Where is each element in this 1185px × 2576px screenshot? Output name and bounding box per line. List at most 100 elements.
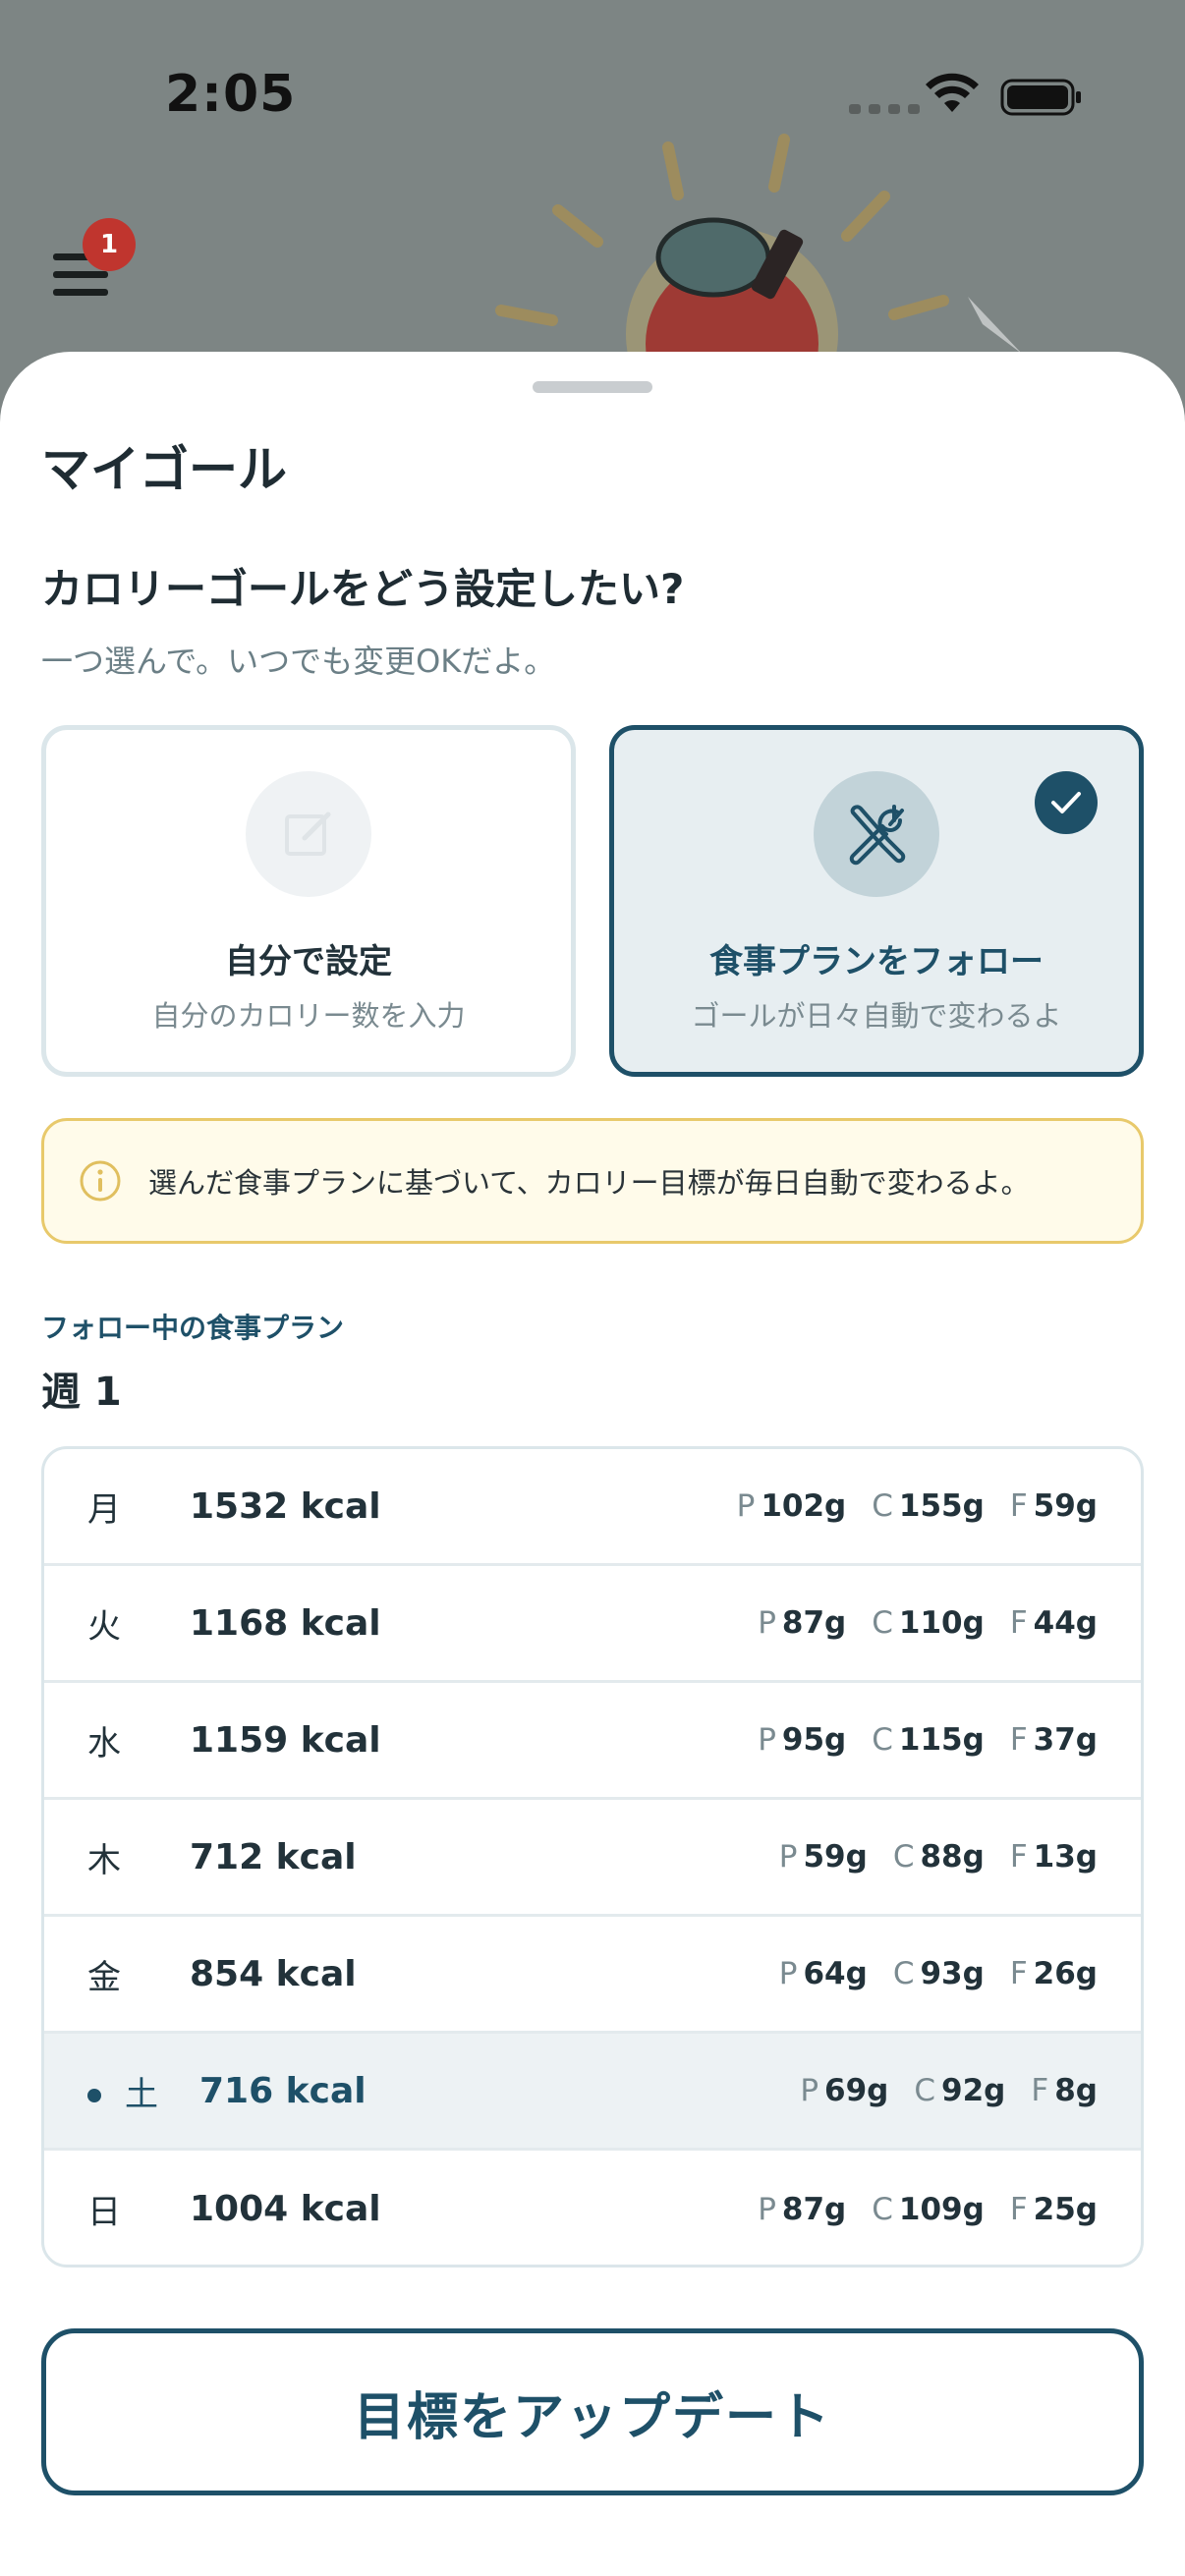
battery-icon [1000, 79, 1081, 116]
table-row: 金 854 kcal P 64g C 93g F 26g [44, 1917, 1141, 2034]
protein-key: P [800, 2073, 819, 2108]
kcal-value: 716 kcal [199, 2070, 367, 2111]
fat-value: 59g [1033, 1488, 1098, 1524]
day-label: 土 [87, 2067, 190, 2115]
protein-key: P [758, 1605, 776, 1641]
table-row: 日 1004 kcal P 87g C 109g F 25g [44, 2151, 1141, 2265]
carbs-key: C [872, 1605, 893, 1641]
carbs-value: 88g [920, 1839, 985, 1875]
macros: P 95g C 115g F 37g [758, 1722, 1098, 1758]
fat-key: F [1031, 2073, 1049, 2108]
carbs-value: 155g [898, 1488, 985, 1524]
kcal-value: 1532 kcal [190, 1485, 381, 1527]
fat-key: F [1009, 1839, 1028, 1875]
day-label: 日 [87, 2193, 121, 2232]
protein-key: P [778, 1956, 798, 1991]
fat-key: F [1009, 2191, 1028, 2227]
protein-value: 64g [803, 1956, 868, 1991]
protein-value: 102g [761, 1488, 847, 1524]
today-dot-icon [87, 2089, 101, 2102]
macros: P 87g C 109g F 25g [758, 2192, 1098, 2227]
update-goal-button[interactable]: 目標をアップデート [41, 2328, 1144, 2495]
fat-value: 8g [1054, 2073, 1098, 2108]
goal-bottom-sheet: マイゴール カロリーゴールをどう設定したい? 一つ選んで。いつでも変更OKだよ。… [0, 352, 1185, 2576]
update-goal-label: 目標をアップデート [353, 2387, 831, 2447]
option-manual-card[interactable]: 自分で設定 自分のカロリー数を入力 [41, 725, 576, 1077]
fat-value: 13g [1033, 1839, 1098, 1875]
sheet-title: マイゴール [41, 441, 287, 498]
kcal-value: 854 kcal [190, 1953, 357, 1994]
carbs-key: C [872, 1722, 893, 1758]
info-icon [80, 1160, 121, 1202]
carbs-key: C [914, 2073, 936, 2108]
option-meal-plan-subtitle: ゴールが日々自動で変わるよ [691, 999, 1062, 1033]
fat-key: F [1009, 1488, 1028, 1524]
protein-key: P [758, 1722, 776, 1758]
daily-calorie-table: 月 1532 kcal P 102g C 155g F 59g 火 1168 kcal… [41, 1446, 1144, 2268]
macros: P 102g C 155g F 59g [737, 1488, 1098, 1524]
cellular-signal-icon [849, 104, 920, 114]
option-manual-title: 自分で設定 [225, 942, 392, 981]
carbs-key: C [892, 1839, 915, 1875]
notification-badge: 1 [83, 218, 136, 271]
day-label: 火 [87, 1606, 121, 1647]
carbs-key: C [892, 1956, 915, 1991]
sheet-grabber[interactable] [533, 381, 652, 393]
goal-subtitle: 一つ選んで。いつでも変更OKだよ。 [41, 643, 556, 680]
protein-value: 87g [781, 2191, 847, 2227]
fat-key: F [1009, 1722, 1028, 1758]
table-row-today: 土 716 kcal P 69g C 92g F 8g [44, 2034, 1141, 2151]
option-meal-plan-card[interactable]: 食事プランをフォロー ゴールが日々自動で変わるよ [609, 725, 1144, 1077]
kcal-value: 1159 kcal [190, 1719, 381, 1761]
utensils-icon [814, 771, 939, 897]
fat-value: 44g [1033, 1605, 1098, 1641]
macros: P 59g C 88g F 13g [779, 1839, 1098, 1875]
day-label: 金 [87, 1957, 121, 1997]
carbs-value: 115g [898, 1722, 985, 1758]
status-time: 2:05 [165, 65, 297, 124]
fat-key: F [1009, 1956, 1028, 1991]
day-text: 土 [125, 2074, 158, 2114]
carbs-value: 110g [898, 1605, 985, 1641]
kcal-value: 712 kcal [190, 1836, 357, 1877]
carbs-value: 109g [898, 2191, 985, 2227]
kcal-value: 1004 kcal [190, 2189, 381, 2229]
macros: P 69g C 92g F 8g [800, 2073, 1098, 2108]
day-label: 月 [87, 1489, 121, 1530]
fat-key: F [1009, 1605, 1028, 1641]
table-row: 月 1532 kcal P 102g C 155g F 59g [44, 1449, 1141, 1566]
carbs-value: 92g [941, 2073, 1006, 2108]
option-meal-plan-title: 食事プランをフォロー [709, 942, 1044, 981]
table-row: 木 712 kcal P 59g C 88g F 13g [44, 1800, 1141, 1917]
kcal-value: 1168 kcal [190, 1602, 381, 1644]
goal-question: カロリーゴールをどう設定したい? [41, 565, 685, 613]
day-label: 水 [87, 1723, 121, 1764]
fat-value: 26g [1033, 1956, 1098, 1991]
protein-key: P [758, 2191, 776, 2227]
protein-value: 87g [781, 1605, 847, 1641]
protein-key: P [736, 1488, 756, 1524]
carbs-key: C [872, 1488, 893, 1524]
option-manual-subtitle: 自分のカロリー数を入力 [151, 999, 466, 1033]
info-callout: 選んだ食事プランに基づいて、カロリー目標が毎日自動で変わるよ。 [41, 1118, 1144, 1244]
table-row: 水 1159 kcal P 95g C 115g F 37g [44, 1683, 1141, 1800]
fat-value: 37g [1033, 1722, 1098, 1758]
followed-plan-label: フォロー中の食事プラン [41, 1312, 345, 1344]
protein-key: P [778, 1839, 798, 1875]
selected-check-icon [1035, 771, 1098, 834]
carbs-value: 93g [920, 1956, 985, 1991]
wifi-icon [926, 73, 979, 112]
fat-value: 25g [1033, 2191, 1098, 2227]
table-row: 火 1168 kcal P 87g C 110g F 44g [44, 1566, 1141, 1683]
protein-value: 95g [781, 1722, 847, 1758]
edit-icon [246, 771, 371, 897]
protein-value: 69g [824, 2073, 889, 2108]
info-text: 選んだ食事プランに基づいて、カロリー目標が毎日自動で変わるよ。 [148, 1166, 1030, 1200]
macros: P 87g C 110g F 44g [758, 1605, 1098, 1641]
plan-week-label: 週 1 [41, 1370, 122, 1415]
protein-value: 59g [803, 1839, 868, 1875]
carbs-key: C [872, 2191, 893, 2227]
macros: P 64g C 93g F 26g [779, 1956, 1098, 1991]
day-label: 木 [87, 1840, 121, 1880]
apple-mascot-illustration [495, 134, 1022, 364]
